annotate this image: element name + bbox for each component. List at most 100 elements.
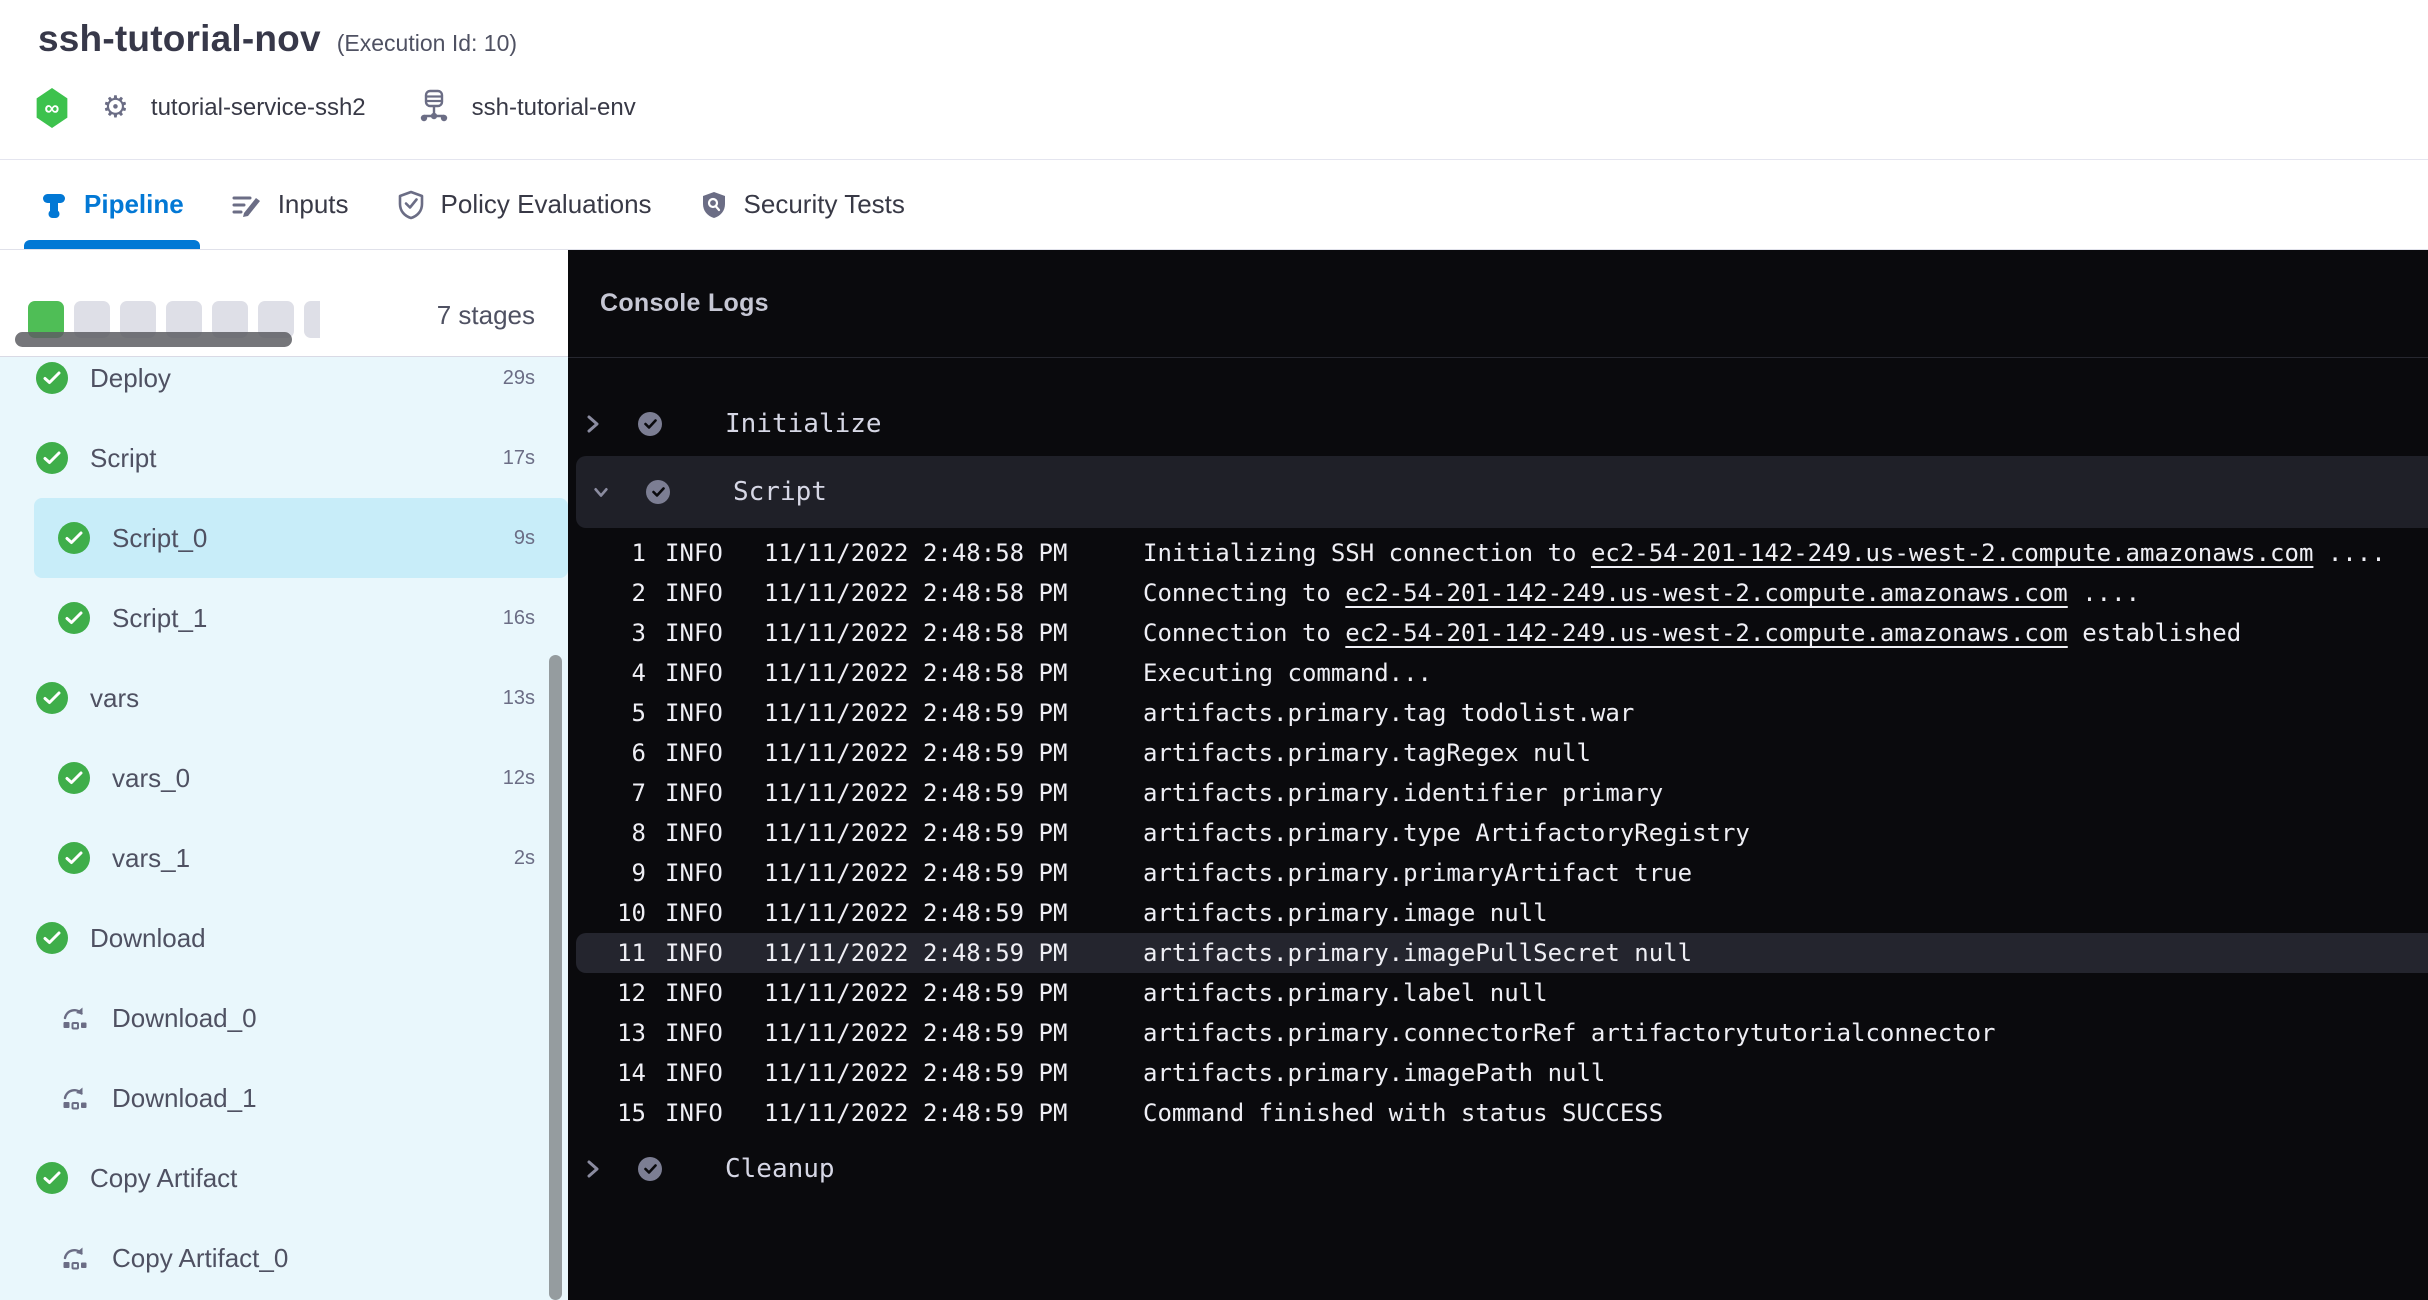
tab-pipeline[interactable]: Pipeline [40,160,184,249]
log-timestamp: 11/11/2022 2:48:58 PM [764,619,1066,647]
success-check-icon [36,362,68,394]
stage-name: Download [90,923,206,954]
stage-duration: 16s [503,607,535,630]
log-message: Command finished with status SUCCESS [1143,1099,1663,1127]
page-title: ssh-tutorial-nov [38,18,321,60]
log-level: INFO [665,779,723,807]
log-timestamp: 11/11/2022 2:48:59 PM [764,779,1066,807]
tab-inputs[interactable]: Inputs [232,160,349,249]
log-message-text: artifacts.primary.tag todolist.war [1143,699,1634,727]
stage-row-download-0[interactable]: Download_0 [0,978,568,1058]
success-check-icon [58,762,90,794]
stage-duration: 2s [514,847,535,870]
execution-id: (Execution Id: 10) [337,30,517,57]
chevron-right-icon[interactable] [585,1158,601,1180]
log-message: artifacts.primary.tag todolist.war [1143,699,1634,727]
log-message-text: artifacts.primary.imagePath null [1143,1059,1605,1087]
stage-row-deploy[interactable]: Deploy 29s [0,357,568,418]
stage-row-download[interactable]: Download [0,898,568,978]
step-success-icon [638,412,662,436]
success-check-icon [36,682,68,714]
log-line[interactable]: 7 INFO 11/11/2022 2:48:59 PM artifacts.p… [568,773,2428,813]
stage-count-label: 7 stages [437,300,535,331]
stage-row-script[interactable]: Script 17s [0,418,568,498]
stage-row-download-1[interactable]: Download_1 [0,1058,568,1138]
host-link[interactable]: ec2-54-201-142-249.us-west-2.compute.ama… [1345,579,2067,607]
console-title: Console Logs [600,289,769,318]
log-timestamp: 11/11/2022 2:48:59 PM [764,1019,1066,1047]
log-line[interactable]: 1 INFO 11/11/2022 2:48:58 PM Initializin… [568,533,2428,573]
chevron-right-icon[interactable] [585,413,601,435]
log-message: Connecting to ec2-54-201-142-249.us-west… [1143,579,2140,607]
log-line[interactable]: 3 INFO 11/11/2022 2:48:58 PM Connection … [568,613,2428,653]
log-message: artifacts.primary.image null [1143,899,1548,927]
stage-name: Copy Artifact_0 [112,1243,288,1274]
log-line[interactable]: 13 INFO 11/11/2022 2:48:59 PM artifacts.… [568,1013,2428,1053]
rollback-step-icon [58,1083,90,1113]
environment-name[interactable]: ssh-tutorial-env [472,94,636,122]
execution-header: ssh-tutorial-nov (Execution Id: 10) ∞ ⚙ … [0,0,2428,160]
tab-security-tests[interactable]: Security Tests [700,160,905,249]
stage-duration: 17s [503,447,535,470]
log-section-initialize[interactable]: Initialize [568,392,2428,456]
log-timestamp: 11/11/2022 2:48:58 PM [764,579,1066,607]
log-section-label: Script [733,477,827,507]
stage-row-vars-0[interactable]: vars_0 12s [0,738,568,818]
log-line[interactable]: 14 INFO 11/11/2022 2:48:59 PM artifacts.… [568,1053,2428,1093]
tab-inputs-label: Inputs [278,189,349,220]
log-level: INFO [665,699,723,727]
log-message-text: established [2068,619,2241,647]
log-line-number: 4 [568,659,646,687]
log-timestamp: 11/11/2022 2:48:58 PM [764,659,1066,687]
service-name[interactable]: tutorial-service-ssh2 [151,94,366,122]
log-section-script[interactable]: Script [576,456,2428,528]
log-message-text: Executing command... [1143,659,1432,687]
log-message-text: artifacts.primary.connectorRef artifacto… [1143,1019,1996,1047]
host-link[interactable]: ec2-54-201-142-249.us-west-2.compute.ama… [1591,539,2313,567]
log-line[interactable]: 9 INFO 11/11/2022 2:48:59 PM artifacts.p… [568,853,2428,893]
log-line[interactable]: 12 INFO 11/11/2022 2:48:59 PM artifacts.… [568,973,2428,1013]
log-section-cleanup[interactable]: Cleanup [568,1137,2428,1201]
log-line[interactable]: 5 INFO 11/11/2022 2:48:59 PM artifacts.p… [568,693,2428,733]
horizontal-scrollbar-thumb[interactable] [15,332,292,347]
success-check-icon [36,442,68,474]
log-timestamp: 11/11/2022 2:48:59 PM [764,939,1066,967]
log-line[interactable]: 4 INFO 11/11/2022 2:48:58 PM Executing c… [568,653,2428,693]
chevron-down-icon[interactable] [593,484,609,500]
log-line[interactable]: 11 INFO 11/11/2022 2:48:59 PM artifacts.… [576,933,2428,973]
log-line-number: 7 [568,779,646,807]
log-line[interactable]: 15 INFO 11/11/2022 2:48:59 PM Command fi… [568,1093,2428,1133]
stage-duration: 29s [503,367,535,390]
log-message: artifacts.primary.primaryArtifact true [1143,859,1692,887]
log-message-text: artifacts.primary.image null [1143,899,1548,927]
log-line-number: 3 [568,619,646,647]
stage-duration: 12s [503,767,535,790]
console-log-area: Initialize Script 1 INFO 11/11/2022 2:48… [568,358,2428,1300]
stage-name: vars_0 [112,763,190,794]
log-line-number: 9 [568,859,646,887]
log-line[interactable]: 8 INFO 11/11/2022 2:48:59 PM artifacts.p… [568,813,2428,853]
success-check-icon [58,602,90,634]
log-section-label: Cleanup [725,1154,835,1184]
stage-row-vars[interactable]: vars 13s [0,658,568,738]
stage-row-vars-1[interactable]: vars_1 2s [0,818,568,898]
log-line[interactable]: 2 INFO 11/11/2022 2:48:58 PM Connecting … [568,573,2428,613]
tab-policy-evaluations[interactable]: Policy Evaluations [397,160,652,249]
log-level: INFO [665,899,723,927]
stage-row-copy-artifact[interactable]: Copy Artifact [0,1138,568,1218]
rollback-step-icon [58,1003,90,1033]
stage-name: Download_1 [112,1083,257,1114]
log-line[interactable]: 10 INFO 11/11/2022 2:48:59 PM artifacts.… [568,893,2428,933]
stage-row-copy-artifact-0[interactable]: Copy Artifact_0 [0,1218,568,1298]
log-line[interactable]: 6 INFO 11/11/2022 2:48:59 PM artifacts.p… [568,733,2428,773]
log-line-number: 10 [568,899,646,927]
stage-name: Copy Artifact [90,1163,237,1194]
log-message: artifacts.primary.imagePath null [1143,1059,1605,1087]
stage-name: vars_1 [112,843,190,874]
log-level: INFO [665,539,723,567]
stage-row-script-1[interactable]: Script_1 16s [0,578,568,658]
vertical-scrollbar-thumb[interactable] [549,655,562,1300]
host-link[interactable]: ec2-54-201-142-249.us-west-2.compute.ama… [1345,619,2067,647]
log-timestamp: 11/11/2022 2:48:59 PM [764,1059,1066,1087]
stage-row-script-0[interactable]: Script_0 9s [34,498,568,578]
